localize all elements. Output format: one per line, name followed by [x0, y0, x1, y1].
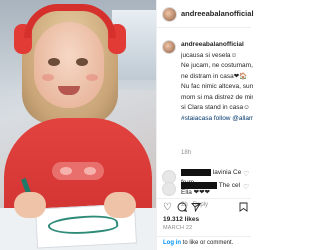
- like-count[interactable]: 19.312 likes: [163, 216, 199, 223]
- caption-line: mom si ma distrez de mine: [181, 93, 253, 101]
- hand-left: [14, 192, 46, 218]
- save-icon[interactable]: [239, 202, 248, 215]
- caption-line: jucausa si vesela☺: [181, 51, 238, 59]
- login-prompt: Log in to like or comment.: [157, 236, 251, 250]
- post-photo[interactable]: [0, 0, 156, 250]
- redacted-username: [181, 168, 211, 176]
- heart-icon[interactable]: ♡: [243, 183, 249, 191]
- caption-line: si Clara stand in casa☺: [181, 104, 250, 111]
- avatar[interactable]: [162, 7, 177, 22]
- login-link[interactable]: Log in: [163, 240, 181, 246]
- eye-left: [48, 58, 60, 66]
- login-text: to like or comment.: [182, 240, 234, 246]
- post-caption: andreeabalanofficial jucausa si vesela☺ …: [181, 40, 253, 124]
- post-time: 18h: [181, 150, 192, 156]
- caption-line: ne distram in casa❤🏠: [181, 72, 248, 80]
- comment-avatar[interactable]: [162, 182, 176, 196]
- shirt-mask-print: [52, 162, 104, 180]
- redacted-username: [181, 181, 217, 189]
- comment-text: The cel: [218, 182, 241, 189]
- cheek-right: [86, 74, 98, 81]
- heart-icon[interactable]: ♡: [243, 170, 249, 178]
- eye-right: [76, 58, 88, 66]
- action-bar: ♡: [157, 198, 251, 214]
- caption-avatar[interactable]: [162, 40, 176, 54]
- header-username[interactable]: andreeabalanofficial: [181, 9, 254, 18]
- post-date: MARCH 22: [163, 225, 193, 231]
- caption-username[interactable]: andreeabalanofficial: [181, 41, 244, 48]
- child-face: [34, 22, 104, 108]
- caption-hashtag-line[interactable]: #staiacasa follow @allam: [181, 114, 253, 125]
- like-icon[interactable]: ♡: [163, 202, 172, 213]
- post-header: andreeabalanofficial: [157, 0, 254, 28]
- post-sidebar: andreeabalanofficial andreeabalanofficia…: [156, 0, 254, 250]
- caption-line: Nu fac nimic altceva, sunt: [181, 83, 253, 90]
- cheek-left: [42, 74, 54, 81]
- comment-icon[interactable]: [177, 202, 188, 215]
- share-icon[interactable]: [191, 202, 202, 215]
- hand-right: [104, 192, 136, 218]
- caption-line: Ne jucam, ne costumam,: [181, 62, 253, 69]
